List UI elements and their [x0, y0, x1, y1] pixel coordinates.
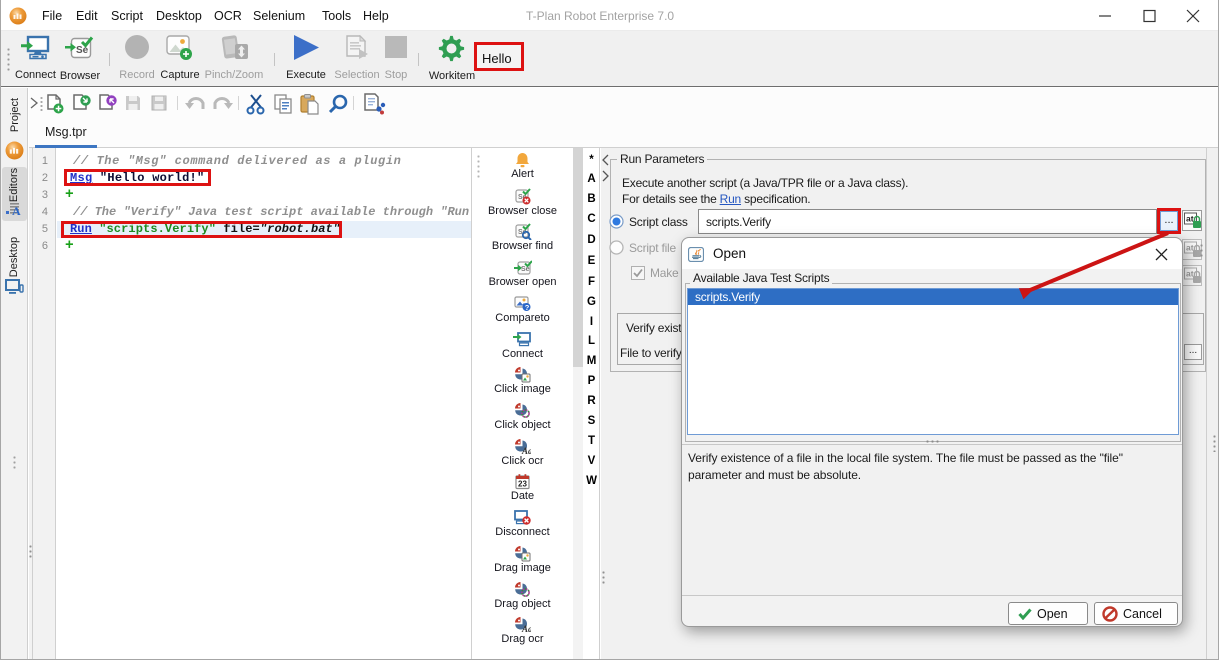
svg-text:Se: Se: [76, 45, 89, 56]
svg-text:Se: Se: [521, 266, 530, 273]
svg-text:?: ?: [524, 303, 529, 312]
svg-text:Aa: Aa: [521, 446, 531, 455]
svg-text:23: 23: [518, 480, 527, 489]
svg-text:A: A: [12, 204, 21, 218]
svg-text:Aa: Aa: [521, 624, 531, 633]
svg-text:at: at: [1186, 243, 1194, 253]
svg-text:at: at: [1186, 269, 1194, 279]
svg-text:at: at: [1186, 214, 1194, 224]
